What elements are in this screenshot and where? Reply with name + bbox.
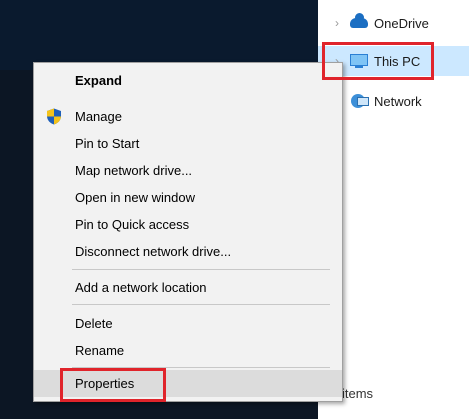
highlight-this-pc-box [322,42,434,80]
expand-chevron-icon[interactable]: › [328,16,346,30]
menu-item-add-network-location[interactable]: Add a network location [34,274,342,301]
nav-item-onedrive[interactable]: › OneDrive [318,8,469,38]
menu-separator [72,304,330,305]
menu-item-rename[interactable]: Rename [34,337,342,364]
onedrive-cloud-icon [350,13,368,30]
menu-item-pin-quick-access[interactable]: Pin to Quick access [34,211,342,238]
menu-item-label: Manage [75,109,122,124]
status-bar-item-count: items [342,386,374,401]
menu-item-expand[interactable]: Expand [34,67,342,94]
network-icon [350,94,369,108]
uac-shield-icon [47,108,61,125]
menu-item-map-network-drive[interactable]: Map network drive... [34,157,342,184]
nav-item-label: OneDrive [374,15,429,31]
context-menu: Expand Manage Pin to Start Map network d… [33,62,343,402]
menu-separator [72,269,330,270]
menu-item-manage[interactable]: Manage [34,103,342,130]
nav-item-label: Network [374,93,422,109]
window-dark-area [0,0,320,70]
menu-item-open-new-window[interactable]: Open in new window [34,184,342,211]
highlight-properties-box [60,368,166,402]
menu-item-delete[interactable]: Delete [34,310,342,337]
menu-item-disconnect-network-drive[interactable]: Disconnect network drive... [34,238,342,265]
menu-item-pin-to-start[interactable]: Pin to Start [34,130,342,157]
